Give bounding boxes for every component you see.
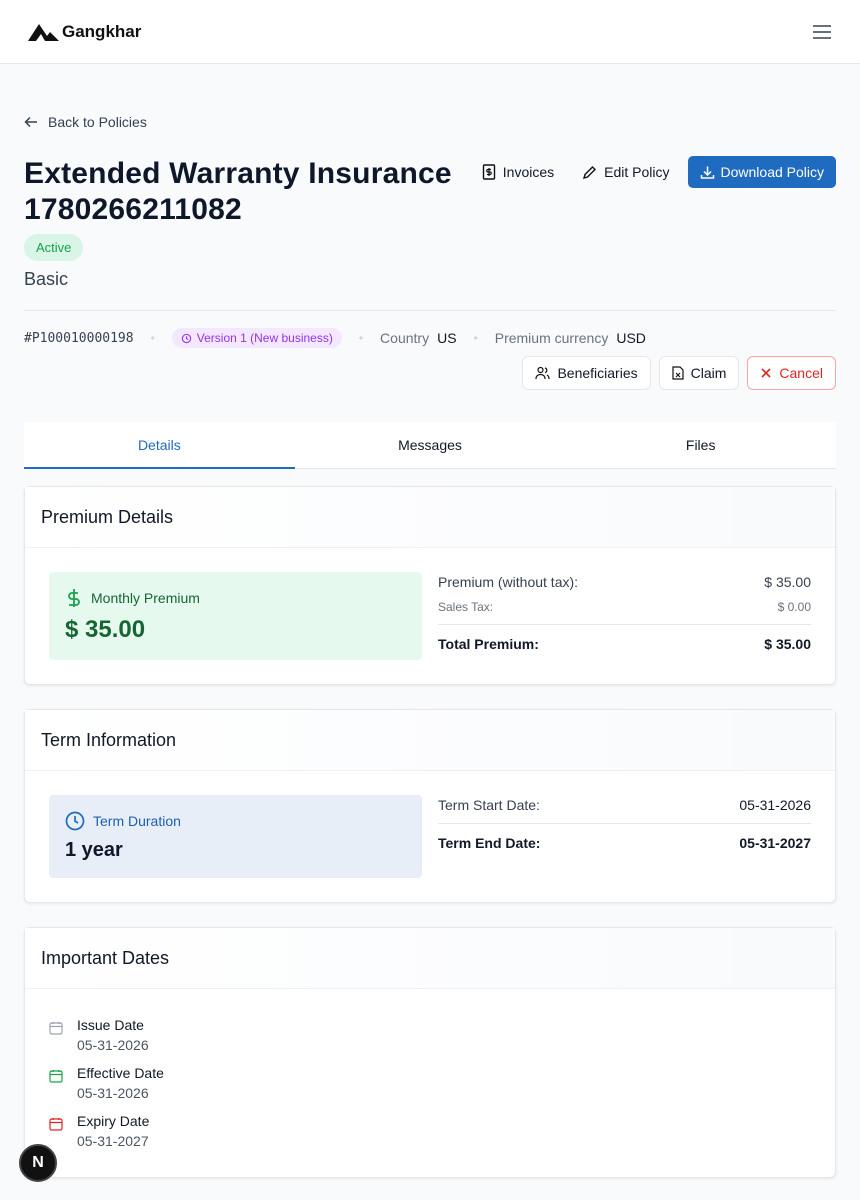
invoices-label: Invoices (502, 164, 555, 180)
separator-dot: • (150, 331, 155, 345)
currency-value: USD (616, 330, 646, 346)
issue-date-value: 05-31-2026 (77, 1037, 149, 1053)
cancel-label: Cancel (779, 365, 823, 381)
edit-policy-button[interactable]: Edit Policy (572, 156, 679, 188)
mountain-logo-icon (28, 23, 59, 41)
premium-details-card: Premium Details Monthly Premium $ 35.00 … (24, 486, 836, 685)
term-information-card: Term Information Term Duration 1 year Te… (24, 709, 836, 903)
tab-files[interactable]: Files (565, 422, 836, 468)
version-label: Version 1 (New business) (196, 331, 333, 345)
term-duration-label: Term Duration (93, 813, 181, 829)
term-end-label: Term End Date: (438, 835, 541, 851)
monthly-premium-box: Monthly Premium $ 35.00 (49, 572, 422, 660)
brand-name: Gangkhar (62, 21, 142, 41)
list-item: Effective Date 05-31-2026 (49, 1065, 811, 1101)
currency-label: Premium currency (494, 330, 609, 346)
beneficiaries-button[interactable]: Beneficiaries (522, 356, 651, 390)
card-title: Term Information (25, 710, 835, 771)
cancel-button[interactable]: Cancel (747, 356, 836, 390)
term-duration-box: Term Duration 1 year (49, 795, 422, 878)
history-icon (181, 333, 191, 343)
top-navbar: Gangkhar (0, 0, 860, 64)
calendar-x-icon (49, 1118, 63, 1131)
file-x-icon (672, 366, 684, 380)
monthly-premium-value: $ 35.00 (65, 616, 146, 643)
policy-title: Extended Warranty Insurance 178026621108… (24, 157, 452, 226)
total-premium-label: Total Premium: (438, 636, 539, 652)
premium-without-tax-value: $ 35.00 (764, 574, 811, 590)
tab-messages[interactable]: Messages (295, 422, 566, 468)
list-item: Issue Date 05-31-2026 (49, 1017, 811, 1053)
close-icon (761, 368, 771, 378)
effective-date-label: Effective Date (77, 1065, 164, 1081)
separator-dot: • (473, 331, 478, 345)
edit-policy-label: Edit Policy (604, 164, 670, 180)
issue-date-label: Issue Date (77, 1017, 144, 1033)
dollar-icon (68, 589, 80, 607)
term-duration-value: 1 year (65, 839, 123, 861)
sales-tax-label: Sales Tax: (438, 600, 494, 614)
policy-meta-row: #P100010000198 • Version 1 (New business… (24, 328, 836, 348)
term-start-value: 05-31-2026 (739, 797, 811, 813)
invoices-button[interactable]: Invoices (472, 156, 564, 188)
expiry-date-label: Expiry Date (77, 1113, 150, 1129)
pencil-icon (583, 165, 597, 179)
beneficiaries-label: Beneficiaries (557, 365, 638, 381)
claim-label: Claim (690, 365, 727, 381)
separator-dot: • (358, 331, 364, 345)
term-start-label: Term Start Date: (438, 797, 540, 813)
version-badge: Version 1 (New business) (171, 328, 342, 348)
term-end-value: 05-31-2027 (739, 835, 811, 851)
brand-logo[interactable]: Gangkhar (28, 22, 141, 42)
card-title: Important Dates (25, 928, 835, 989)
plan-name: Basic (24, 269, 69, 289)
tab-details[interactable]: Details (24, 422, 295, 469)
sales-tax-value: $ 0.00 (777, 600, 811, 614)
monthly-premium-label: Monthly Premium (91, 590, 200, 606)
important-dates-card: Important Dates Issue Date 05-31-2026 Eff… (24, 927, 836, 1178)
receipt-icon (482, 164, 495, 180)
dev-tools-button[interactable]: N (19, 1144, 57, 1182)
expiry-date-value: 05-31-2027 (77, 1133, 149, 1149)
users-icon (535, 366, 551, 380)
download-icon (700, 166, 714, 179)
download-policy-button[interactable]: Download Policy (687, 156, 836, 188)
effective-date-value: 05-31-2026 (77, 1085, 149, 1101)
back-to-policies-link[interactable]: Back to Policies (24, 114, 836, 130)
card-title: Premium Details (25, 487, 835, 548)
download-policy-label: Download Policy (720, 164, 825, 180)
country-value: US (437, 330, 457, 346)
calendar-check-icon (49, 1070, 63, 1083)
clock-icon (65, 811, 85, 831)
country-label: Country (380, 330, 430, 346)
calendar-icon (49, 1022, 63, 1035)
claim-button[interactable]: Claim (658, 356, 740, 390)
total-premium-value: $ 35.00 (764, 636, 811, 652)
policy-number: #P100010000198 (24, 330, 134, 346)
arrow-left-icon (24, 116, 37, 128)
list-item: Expiry Date 05-31-2027 (49, 1113, 811, 1149)
policy-tabs: Details Messages Files (24, 422, 836, 469)
hamburger-menu-icon[interactable] (810, 20, 834, 44)
back-label: Back to Policies (48, 114, 147, 130)
premium-without-tax-label: Premium (without tax): (438, 574, 579, 590)
status-badge: Active (24, 234, 84, 261)
header-divider (24, 310, 836, 311)
